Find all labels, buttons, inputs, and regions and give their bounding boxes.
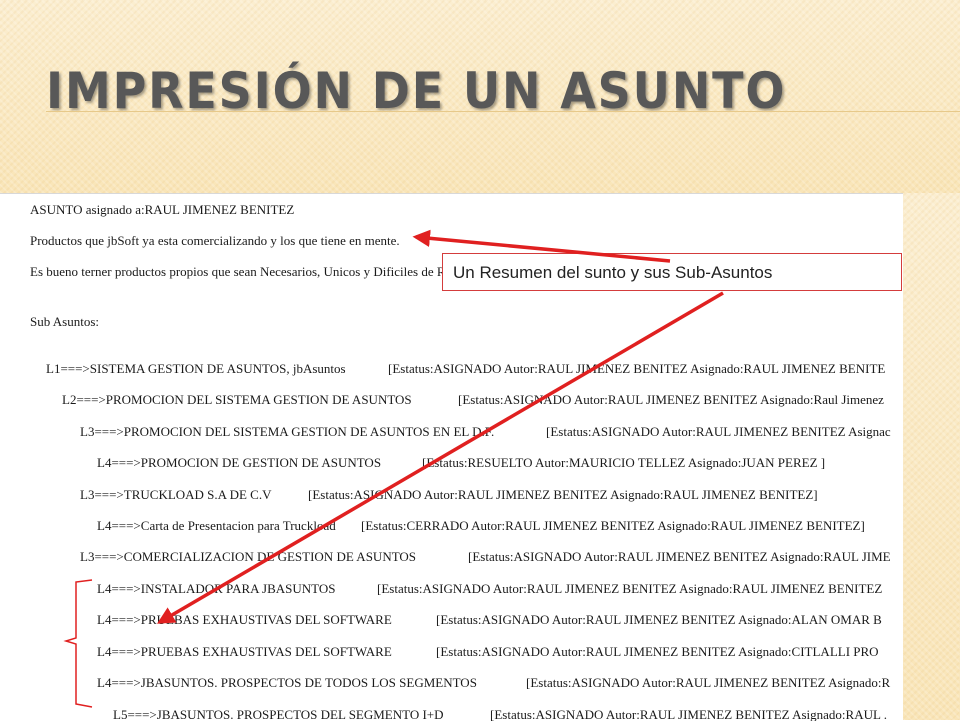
item-name: L5===>JBASUNTOS. PROSPECTOS DEL SEGMENTO…: [113, 707, 444, 721]
item-status: [Estatus:ASIGNADO Autor:RAUL JIMENEZ BEN…: [458, 392, 884, 407]
item-name: L4===>Carta de Presentacion para Trucklo…: [97, 518, 336, 533]
item-status: [Estatus:ASIGNADO Autor:RAUL JIMENEZ BEN…: [546, 424, 891, 439]
item-status: [Estatus:ASIGNADO Autor:RAUL JIMENEZ BEN…: [377, 581, 883, 596]
item-name: L3===>COMERCIALIZACION DE GESTION DE ASU…: [80, 549, 417, 564]
item-name: L4===>PROMOCION DE GESTION DE ASUNTOS: [97, 455, 382, 470]
item-status: [Estatus:CERRADO Autor:RAUL JIMENEZ BENI…: [361, 518, 865, 533]
list-item: L3===>TRUCKLOAD S.A DE C.V [Estatus:ASIG…: [80, 487, 818, 503]
list-item: L3===>COMERCIALIZACION DE GESTION DE ASU…: [80, 549, 891, 565]
title-divider: [46, 111, 960, 112]
summary-callout: Un Resumen del sunto y sus Sub-Asuntos: [442, 253, 902, 291]
list-item: L4===>Carta de Presentacion para Trucklo…: [97, 518, 865, 534]
item-name: L1===>SISTEMA GESTION DE ASUNTOS, jbAsun…: [46, 361, 346, 376]
item-status: [Estatus:ASIGNADO Autor:RAUL JIMENEZ BEN…: [526, 675, 891, 690]
side-background: [903, 193, 960, 720]
item-status: [Estatus:ASIGNADO Autor:RAUL JIMENEZ BEN…: [468, 549, 891, 564]
list-item: L4===>PRUEBAS EXHAUSTIVAS DEL SOFTWARE […: [97, 612, 882, 628]
list-item: L4===>INSTALADOR PARA JBASUNTOS [Estatus…: [97, 581, 882, 597]
item-status: [Estatus:ASIGNADO Autor:RAUL JIMENEZ BEN…: [308, 487, 818, 502]
slide-title: Impresión de un asunto: [46, 62, 787, 120]
item-name: L4===>INSTALADOR PARA JBASUNTOS: [97, 581, 336, 596]
item-status: [Estatus:ASIGNADO Autor:RAUL JIMENEZ BEN…: [436, 612, 882, 627]
item-status: [Estatus:ASIGNADO Autor:RAUL JIMENEZ BEN…: [490, 707, 887, 721]
list-item: L4===>PRUEBAS EXHAUSTIVAS DEL SOFTWARE […: [97, 644, 879, 660]
item-name: L4===>PRUEBAS EXHAUSTIVAS DEL SOFTWARE: [97, 644, 392, 659]
list-item: L4===>PROMOCION DE GESTION DE ASUNTOS [E…: [97, 455, 825, 471]
item-name: L3===>PROMOCION DEL SISTEMA GESTION DE A…: [80, 424, 495, 439]
list-item: L1===>SISTEMA GESTION DE ASUNTOS, jbAsun…: [46, 361, 885, 377]
list-item: L5===>JBASUNTOS. PROSPECTOS DEL SEGMENTO…: [113, 707, 887, 721]
item-name: L2===>PROMOCION DEL SISTEMA GESTION DE A…: [62, 392, 412, 407]
item-name: L4===>PRUEBAS EXHAUSTIVAS DEL SOFTWARE: [97, 612, 392, 627]
item-status: [Estatus:ASIGNADO Autor:RAUL JIMENEZ BEN…: [436, 644, 879, 659]
item-status: [Estatus:ASIGNADO Autor:RAUL JIMENEZ BEN…: [388, 361, 886, 376]
list-item: L3===>PROMOCION DEL SISTEMA GESTION DE A…: [80, 424, 891, 440]
list-item: L2===>PROMOCION DEL SISTEMA GESTION DE A…: [62, 392, 884, 408]
item-status: [Estatus:RESUELTO Autor:MAURICIO TELLEZ …: [422, 455, 826, 470]
item-name: L4===>JBASUNTOS. PROSPECTOS DE TODOS LOS…: [97, 675, 477, 690]
list-item: L4===>JBASUNTOS. PROSPECTOS DE TODOS LOS…: [97, 675, 890, 691]
item-name: L3===>TRUCKLOAD S.A DE C.V: [80, 487, 272, 502]
